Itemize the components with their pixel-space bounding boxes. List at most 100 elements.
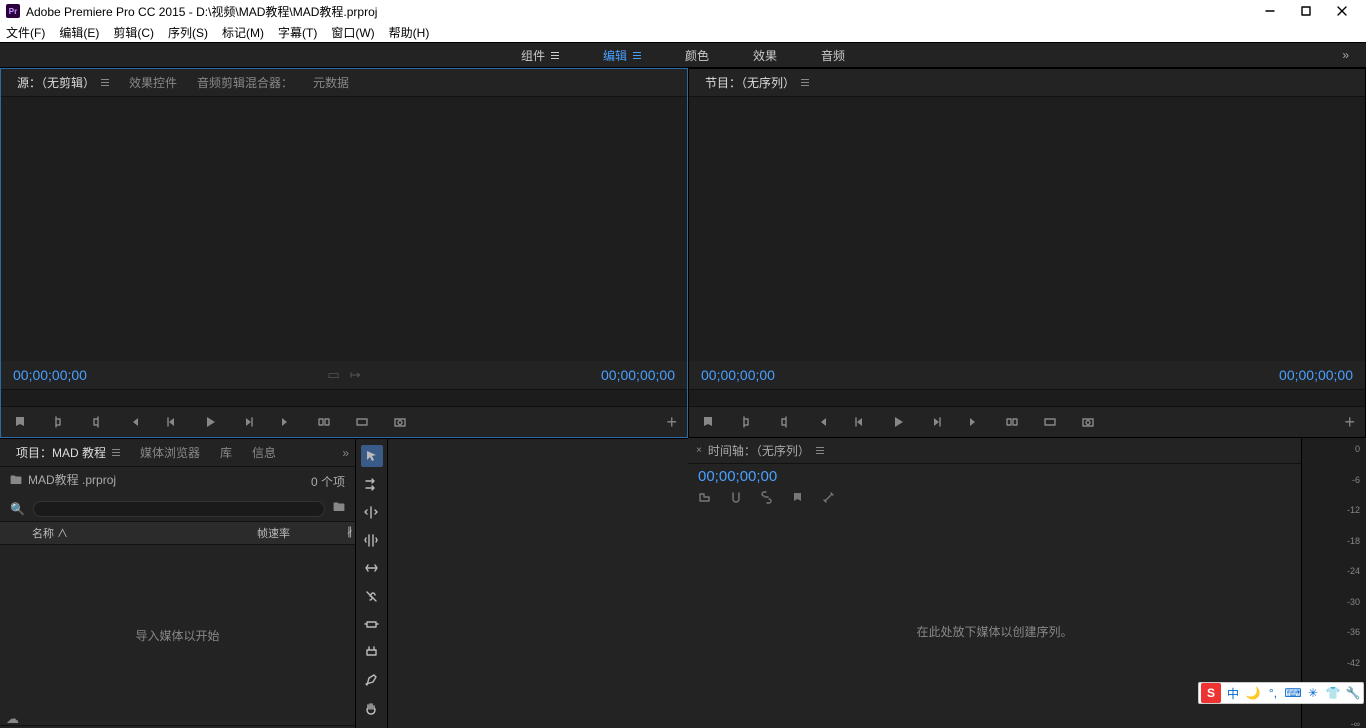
marker-icon[interactable] xyxy=(699,413,717,431)
marker-icon[interactable] xyxy=(11,413,29,431)
timeline-title[interactable]: 时间轴：（无序列） xyxy=(708,442,810,459)
goto-out-icon[interactable] xyxy=(277,413,295,431)
program-playhead-timecode[interactable]: 00;00;00;00 xyxy=(701,367,775,383)
ime-settings-icon[interactable]: 🔧 xyxy=(1343,683,1363,703)
slip-tool-icon[interactable] xyxy=(361,613,383,635)
lift-icon[interactable] xyxy=(1003,413,1021,431)
workspace-color[interactable]: 颜色 xyxy=(685,47,709,64)
maximize-button[interactable] xyxy=(1288,0,1324,22)
ime-lang-icon[interactable]: 中 xyxy=(1223,683,1243,703)
minimize-button[interactable] xyxy=(1252,0,1288,22)
tab-menu-icon[interactable] xyxy=(801,79,809,86)
source-viewport[interactable] xyxy=(1,97,687,361)
program-scrubber[interactable] xyxy=(689,389,1365,407)
source-scrubber[interactable] xyxy=(1,389,687,407)
search-icon[interactable]: 🔍 xyxy=(10,502,25,516)
menu-help[interactable]: 帮助(H) xyxy=(389,24,430,41)
timeline-timecode[interactable]: 00;00;00;00 xyxy=(688,464,1301,489)
play-icon[interactable] xyxy=(889,413,907,431)
ime-keyboard-icon[interactable]: ⌨ xyxy=(1283,683,1303,703)
ime-emoji-icon[interactable]: ✳ xyxy=(1303,683,1323,703)
insert-icon[interactable] xyxy=(315,413,333,431)
button-editor-icon[interactable]: + xyxy=(666,412,677,433)
tab-menu-icon[interactable] xyxy=(112,449,120,456)
tab-media-browser[interactable]: 媒体浏览器 xyxy=(130,439,210,467)
ime-skin-icon[interactable]: 👕 xyxy=(1323,683,1343,703)
program-viewport[interactable] xyxy=(689,97,1365,361)
tab-project[interactable]: 项目：MAD 教程 xyxy=(6,439,130,467)
goto-out-icon[interactable] xyxy=(965,413,983,431)
close-button[interactable] xyxy=(1324,0,1360,22)
sync-settings-icon[interactable]: ☁ xyxy=(6,711,19,727)
step-back-icon[interactable] xyxy=(163,413,181,431)
rolling-edit-tool-icon[interactable] xyxy=(361,529,383,551)
menu-file[interactable]: 文件(F) xyxy=(6,24,45,41)
menu-window[interactable]: 窗口(W) xyxy=(331,24,374,41)
workspace-menu-icon[interactable] xyxy=(633,52,641,59)
fit-icon[interactable]: ▭ xyxy=(327,367,339,383)
play-icon[interactable] xyxy=(201,413,219,431)
tab-program[interactable]: 节目：（无序列） xyxy=(695,69,819,97)
rate-stretch-tool-icon[interactable] xyxy=(361,557,383,579)
project-columns[interactable]: 名称 ∧ 帧速率 ∦ xyxy=(0,521,355,545)
tab-audio-clip-mixer[interactable]: 音频剪辑混合器： xyxy=(187,69,303,97)
export-frame-icon[interactable] xyxy=(391,413,409,431)
nest-toggle-icon[interactable] xyxy=(698,491,711,507)
col-framerate[interactable]: 帧速率 xyxy=(249,522,339,544)
razor-tool-icon[interactable] xyxy=(361,585,383,607)
selection-tool-icon[interactable] xyxy=(361,445,383,467)
slide-tool-icon[interactable] xyxy=(361,641,383,663)
tab-menu-icon[interactable] xyxy=(101,79,109,86)
source-playhead-timecode[interactable]: 00;00;00;00 xyxy=(13,367,87,383)
menu-clip[interactable]: 剪辑(C) xyxy=(113,24,154,41)
filter-bin-icon[interactable]: 🖿 xyxy=(333,498,345,519)
ripple-edit-tool-icon[interactable] xyxy=(361,501,383,523)
tab-menu-icon[interactable] xyxy=(816,447,824,454)
col-name[interactable]: 名称 ∧ xyxy=(24,522,249,544)
hand-tool-icon[interactable] xyxy=(361,697,383,719)
snap-icon[interactable] xyxy=(729,491,742,507)
resolution-icon[interactable]: ↦ xyxy=(350,367,361,383)
overwrite-icon[interactable] xyxy=(353,413,371,431)
ime-mode-icon[interactable]: 🌙 xyxy=(1243,683,1263,703)
button-editor-icon[interactable]: + xyxy=(1344,412,1355,433)
panel-overflow-icon[interactable]: » xyxy=(342,446,349,460)
workspace-audio[interactable]: 音频 xyxy=(821,47,845,64)
ime-punct-icon[interactable]: °, xyxy=(1263,683,1283,703)
project-search-input[interactable] xyxy=(33,501,325,517)
pen-tool-icon[interactable] xyxy=(361,669,383,691)
track-select-tool-icon[interactable] xyxy=(361,473,383,495)
step-back-icon[interactable] xyxy=(851,413,869,431)
step-fwd-icon[interactable] xyxy=(239,413,257,431)
in-point-icon[interactable] xyxy=(49,413,67,431)
tab-libraries[interactable]: 库 xyxy=(210,439,242,467)
add-marker-icon[interactable] xyxy=(791,491,804,507)
menu-sequence[interactable]: 序列(S) xyxy=(168,24,208,41)
goto-in-icon[interactable] xyxy=(813,413,831,431)
ime-toolbar[interactable]: S 中 🌙 °, ⌨ ✳ 👕 🔧 xyxy=(1198,682,1364,704)
extract-icon[interactable] xyxy=(1041,413,1059,431)
in-point-icon[interactable] xyxy=(737,413,755,431)
workspace-assembly[interactable]: 组件 xyxy=(521,47,559,64)
step-fwd-icon[interactable] xyxy=(927,413,945,431)
linked-selection-icon[interactable] xyxy=(760,491,773,507)
tab-info[interactable]: 信息 xyxy=(242,439,286,467)
ime-logo[interactable]: S xyxy=(1201,683,1221,703)
timeline-settings-icon[interactable] xyxy=(822,491,835,507)
out-point-icon[interactable] xyxy=(87,413,105,431)
tab-effect-controls[interactable]: 效果控件 xyxy=(119,69,187,97)
workspace-effects[interactable]: 效果 xyxy=(753,47,777,64)
workspace-editing[interactable]: 编辑 xyxy=(603,47,641,64)
tab-metadata[interactable]: 元数据 xyxy=(303,69,359,97)
export-frame-icon[interactable] xyxy=(1079,413,1097,431)
workspace-overflow-icon[interactable]: » xyxy=(1342,48,1346,62)
menu-marker[interactable]: 标记(M) xyxy=(222,24,264,41)
project-empty-hint[interactable]: 导入媒体以开始 xyxy=(0,545,355,725)
tab-source-no-clip[interactable]: 源：（无剪辑） xyxy=(7,69,119,97)
out-point-icon[interactable] xyxy=(775,413,793,431)
menu-title[interactable]: 字幕(T) xyxy=(278,24,317,41)
goto-in-icon[interactable] xyxy=(125,413,143,431)
menu-edit[interactable]: 编辑(E) xyxy=(59,24,99,41)
workspace-menu-icon[interactable] xyxy=(551,52,559,59)
close-tab-icon[interactable]: × xyxy=(696,445,702,456)
